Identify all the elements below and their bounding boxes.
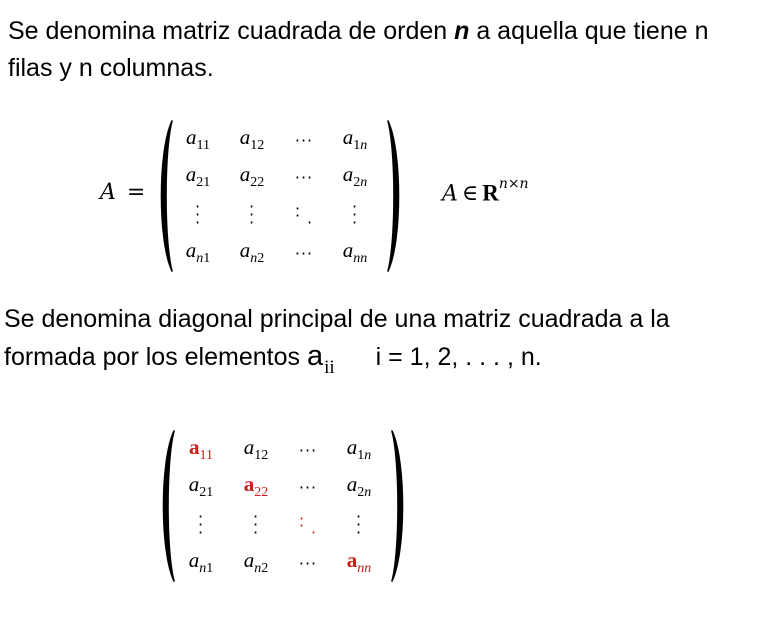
general-matrix: a11 a12 ··· a1n a21 a22 ··· a2n · · · · · · · · · · · · an1 a… <box>171 121 381 271</box>
matrix-hdots: ··· <box>298 440 318 460</box>
matrix-ddots: · · · <box>298 508 318 542</box>
intro-text-before: Se denomina matriz cuadrada de orden <box>8 17 455 45</box>
matrix-hdots: ··· <box>298 553 318 573</box>
matrix-element: a21 <box>188 472 214 501</box>
matrix-hdots: ··· <box>298 477 318 497</box>
matrix-element: an2 <box>243 548 269 577</box>
matrix-element: a21 <box>185 162 211 191</box>
matrix-hdots: ··· <box>294 167 314 187</box>
matrix-vdots: · · · <box>248 197 256 232</box>
right-parenthesis <box>391 430 404 582</box>
diagonal-element-subscript: ii <box>324 357 335 378</box>
matrix-ddots: · · · <box>294 198 314 232</box>
matrix-vdots: · · · <box>355 507 363 542</box>
diagonal-element-symbol: a <box>306 340 324 372</box>
matrix-vdots: · · · <box>351 197 359 232</box>
diagonal-text-before: Se denomina diagonal principal de una ma… <box>4 305 670 371</box>
matrix-name: A <box>100 180 116 205</box>
index-range: i = 1, 2, . . . , n. <box>375 343 542 371</box>
right-parenthesis <box>387 120 400 272</box>
dimension-exponent: n×n <box>498 176 529 192</box>
matrix-equation-lhs: A = <box>100 180 149 205</box>
matrix-element: an2 <box>239 238 265 267</box>
matrix-vdots: · · · <box>197 507 205 542</box>
diagonal-matrix: a11 a12 ··· a1n a21 a22 ··· a2n · · · · · · · · · · · · an1 a… <box>173 431 385 581</box>
diagonal-element: a11 <box>189 435 213 464</box>
matrix-element: a2n <box>342 162 368 191</box>
equals-sign: = <box>126 180 146 205</box>
element-of-symbol: ∈ <box>461 181 479 207</box>
membership-expression: A ∈ Rn×n <box>442 176 529 207</box>
membership-var: A <box>442 181 458 207</box>
matrix-element: a1n <box>346 435 372 464</box>
matrix-vdots: · · · <box>252 507 260 542</box>
matrix-element: a11 <box>186 125 210 154</box>
diagonal-element: a22 <box>243 472 269 501</box>
matrix-element: an1 <box>185 238 211 267</box>
matrix-element: a1n <box>342 125 368 154</box>
diagonal-paragraph: Se denomina diagonal principal de una ma… <box>4 301 756 378</box>
matrix-element: an1 <box>188 548 214 577</box>
intro-paragraph: Se denomina matriz cuadrada de orden n a… <box>8 13 753 87</box>
matrix-hdots: ··· <box>294 130 314 150</box>
order-symbol: n <box>454 17 470 45</box>
matrix-element: a12 <box>243 435 269 464</box>
matrix-hdots: ··· <box>294 243 314 263</box>
diagonal-element: ann <box>346 548 372 577</box>
matrix-element: a2n <box>346 472 372 501</box>
matrix-element: a22 <box>239 162 265 191</box>
matrix-element: a12 <box>239 125 265 154</box>
matrix-element: ann <box>342 238 368 267</box>
real-set-symbol: R <box>482 180 499 206</box>
matrix-vdots: · · · <box>194 197 202 232</box>
